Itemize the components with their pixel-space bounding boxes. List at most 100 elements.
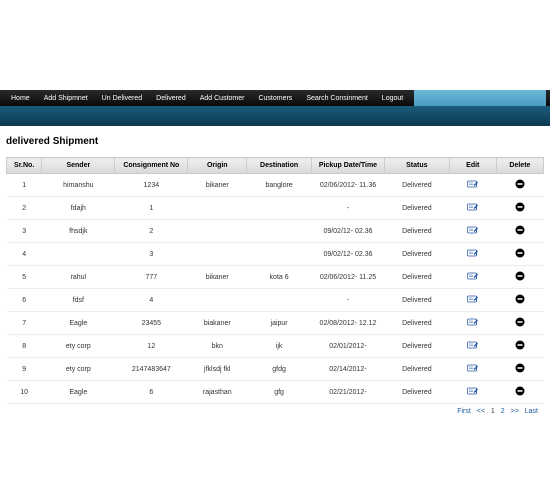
table-row: 1himanshu1234bikanerbanglore02/06/2012- … [7,174,544,197]
cell-edit [449,266,496,289]
cell-consignment: 4 [115,289,188,312]
nav-logout[interactable]: Logout [375,95,410,102]
delete-icon[interactable] [515,271,525,281]
nav-undelivered[interactable]: Un Delivered [95,95,149,102]
cell-srno: 1 [7,174,42,197]
cell-origin [188,289,247,312]
edit-icon[interactable] [467,363,479,373]
edit-icon[interactable] [467,248,479,258]
cell-sender: himanshu [42,174,115,197]
edit-icon[interactable] [467,202,479,212]
cell-datetime: - [311,289,384,312]
col-consignment: Consignment No [115,158,188,174]
cell-destination [247,289,312,312]
cell-origin: jfklsdj fkl [188,358,247,381]
cell-destination [247,197,312,220]
cell-origin: bikaner [188,266,247,289]
cell-consignment: 1 [115,197,188,220]
cell-consignment: 1234 [115,174,188,197]
pagination: First << 1 2 >> Last [0,404,550,419]
delete-icon[interactable] [515,225,525,235]
table-row: 6fdsf4-Delivered [7,289,544,312]
cell-edit [449,358,496,381]
cell-edit [449,174,496,197]
delete-icon[interactable] [515,386,525,396]
cell-consignment: 23455 [115,312,188,335]
cell-delete [496,243,543,266]
cell-origin [188,220,247,243]
pager-page-2[interactable]: 2 [499,408,507,415]
cell-status: Delivered [384,358,449,381]
edit-icon[interactable] [467,317,479,327]
cell-origin: rajasthan [188,381,247,404]
cell-datetime: - [311,197,384,220]
cell-sender: rahul [42,266,115,289]
cell-edit [449,289,496,312]
pager-last[interactable]: Last [523,408,540,415]
cell-srno: 2 [7,197,42,220]
cell-destination: banglore [247,174,312,197]
cell-sender: Eagle [42,381,115,404]
cell-sender: ety corp [42,358,115,381]
edit-icon[interactable] [467,340,479,350]
nav-customers[interactable]: Customers [251,95,299,102]
cell-status: Delivered [384,243,449,266]
edit-icon[interactable] [467,294,479,304]
shipment-table: Sr.No. Sender Consignment No Origin Dest… [6,157,544,404]
nav-add-customer[interactable]: Add Customer [193,95,252,102]
delete-icon[interactable] [515,363,525,373]
cell-edit [449,243,496,266]
cell-origin [188,243,247,266]
page-title: delivered Shipment [0,126,550,157]
cell-edit [449,381,496,404]
cell-datetime: 02/06/2012- 11.25 [311,266,384,289]
cell-origin: bikaner [188,174,247,197]
nav-delivered[interactable]: Delivered [149,95,193,102]
cell-edit [449,220,496,243]
cell-datetime: 02/14/2012- [311,358,384,381]
cell-consignment: 6 [115,381,188,404]
table-row: 10Eagle6rajasthangfg02/21/2012-Delivered [7,381,544,404]
cell-delete [496,220,543,243]
pager-next[interactable]: >> [509,408,521,415]
cell-destination: ijk [247,335,312,358]
cell-origin: biakaner [188,312,247,335]
cell-consignment: 2147483647 [115,358,188,381]
main-navbar: Home Add Shipmnet Un Delivered Delivered… [0,90,550,106]
cell-sender: fhsdjk [42,220,115,243]
cell-edit [449,197,496,220]
delete-icon[interactable] [515,340,525,350]
cell-sender [42,243,115,266]
nav-home[interactable]: Home [4,95,37,102]
pager-first[interactable]: First [455,408,473,415]
cell-destination: jaipur [247,312,312,335]
pager-prev[interactable]: << [475,408,487,415]
cell-status: Delivered [384,220,449,243]
col-srno: Sr.No. [7,158,42,174]
cell-edit [449,312,496,335]
cell-destination [247,220,312,243]
edit-icon[interactable] [467,225,479,235]
edit-icon[interactable] [467,271,479,281]
nav-add-shipment[interactable]: Add Shipmnet [37,95,95,102]
table-row: 9ety corp2147483647jfklsdj fklgfdg02/14/… [7,358,544,381]
cell-status: Delivered [384,197,449,220]
cell-srno: 4 [7,243,42,266]
nav-search-consignment[interactable]: Search Consinment [299,95,374,102]
delete-icon[interactable] [515,248,525,258]
edit-icon[interactable] [467,179,479,189]
pager-page-1[interactable]: 1 [489,408,497,415]
table-row: 4309/02/12- 02.36Delivered [7,243,544,266]
edit-icon[interactable] [467,386,479,396]
cell-datetime: 02/21/2012- [311,381,384,404]
delete-icon[interactable] [515,179,525,189]
cell-delete [496,266,543,289]
col-sender: Sender [42,158,115,174]
cell-srno: 5 [7,266,42,289]
delete-icon[interactable] [515,202,525,212]
cell-status: Delivered [384,174,449,197]
cell-sender: ety corp [42,335,115,358]
delete-icon[interactable] [515,294,525,304]
cell-origin: bkn [188,335,247,358]
delete-icon[interactable] [515,317,525,327]
